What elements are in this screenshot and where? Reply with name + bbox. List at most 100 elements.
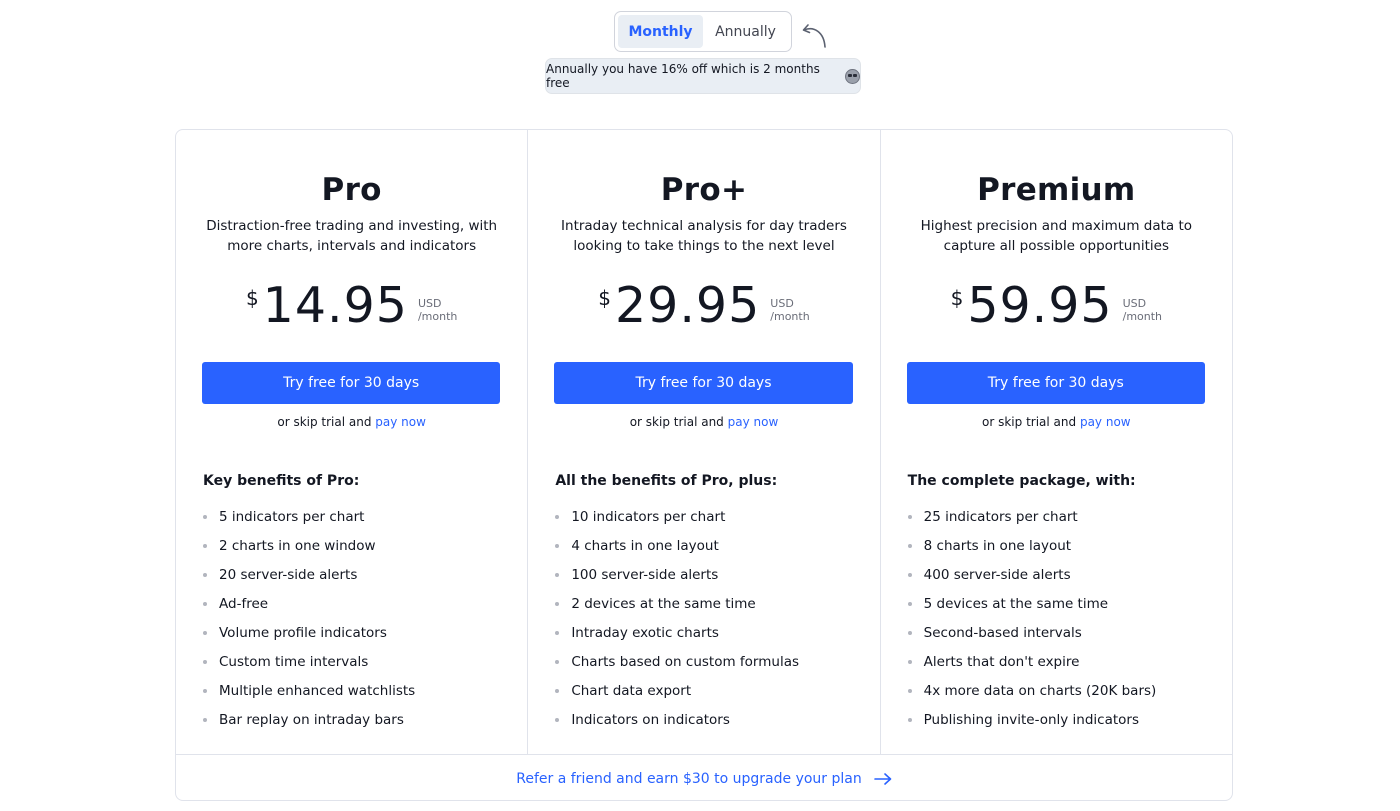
benefit-text: Alerts that don't expire — [923, 653, 1080, 670]
currency-code: USD — [417, 297, 442, 310]
benefit-text: Custom time intervals — [219, 653, 369, 670]
currency-code: USD — [770, 297, 794, 310]
price-row: $ 59.95 USD /month — [881, 278, 1232, 334]
benefit-item: Second-based intervals — [907, 618, 1212, 647]
price-row: $ 14.95 USD /month — [176, 278, 527, 334]
benefit-item: 4 charts in one layout — [555, 531, 859, 560]
price-amount: 29.95 — [615, 277, 761, 334]
bullet-dot — [555, 514, 560, 519]
benefits-title: All the benefits of Pro, plus: — [555, 473, 778, 489]
skip-trial-line: or skip trial and pay now — [528, 415, 879, 429]
skip-trial-text: or skip trial and — [277, 415, 372, 429]
benefit-text: Chart data export — [571, 682, 692, 699]
benefit-item: 100 server-side alerts — [555, 560, 859, 589]
benefits-list: 5 indicators per chart 2 charts in one w… — [203, 502, 507, 734]
bullet-dot — [907, 688, 912, 693]
toggle-monthly[interactable]: Monthly — [618, 15, 703, 48]
bullet-dot — [907, 514, 912, 519]
price-period: /month — [1122, 310, 1163, 323]
discount-note-text: Annually you have 16% off which is 2 mon… — [546, 62, 820, 90]
benefit-text: 20 server-side alerts — [219, 566, 358, 583]
plan-name: Pro — [321, 172, 382, 208]
pay-now-link[interactable]: pay now — [1080, 415, 1131, 429]
benefit-text: Ad-free — [219, 595, 269, 612]
bullet-dot — [907, 659, 912, 664]
arrow-right-icon — [873, 772, 892, 785]
skip-trial-line: or skip trial and pay now — [176, 415, 527, 429]
benefit-item: Intraday exotic charts — [555, 618, 859, 647]
bullet-dot — [907, 717, 912, 722]
plans-container: Pro Distraction-free trading and investi… — [175, 129, 1233, 801]
try-free-button[interactable]: Try free for 30 days — [906, 362, 1205, 404]
plan-card-pro: Pro Distraction-free trading and investi… — [176, 130, 529, 754]
benefits-title: The complete package, with: — [907, 473, 1136, 489]
benefit-text: Bar replay on intraday bars — [219, 711, 404, 728]
price-row: $ 29.95 USD /month — [528, 278, 879, 334]
bullet-dot — [555, 717, 560, 722]
benefit-item: 20 server-side alerts — [203, 560, 507, 589]
benefits-list: 25 indicators per chart 8 charts in one … — [907, 502, 1212, 734]
benefit-item: 2 charts in one window — [203, 531, 507, 560]
skip-trial-line: or skip trial and pay now — [881, 415, 1232, 429]
price-unit: USD /month — [770, 297, 809, 323]
bullet-dot — [907, 630, 912, 635]
price-period: /month — [417, 310, 458, 323]
benefit-text: Second-based intervals — [923, 624, 1082, 641]
skip-trial-text: or skip trial and — [629, 415, 724, 429]
currency-code: USD — [1122, 297, 1147, 310]
bullet-dot — [203, 659, 207, 664]
pay-now-link[interactable]: pay now — [728, 415, 779, 429]
benefit-item: Ad-free — [203, 589, 507, 618]
bullet-dot — [555, 601, 560, 606]
try-free-button[interactable]: Try free for 30 days — [554, 362, 853, 404]
price-amount: 14.95 — [262, 277, 408, 334]
bullet-dot — [907, 572, 912, 577]
plan-card-pro-plus: Pro+ Intraday technical analysis for day… — [528, 130, 881, 754]
referral-text: Refer a friend and earn $30 to upgrade y… — [516, 770, 862, 787]
currency-symbol: $ — [950, 286, 964, 310]
benefit-item: 400 server-side alerts — [907, 560, 1212, 589]
benefit-text: 5 indicators per chart — [219, 508, 365, 525]
benefit-item: Custom time intervals — [203, 647, 507, 676]
benefit-item: Volume profile indicators — [203, 618, 507, 647]
bullet-dot — [203, 543, 207, 548]
bullet-dot — [555, 630, 560, 635]
plan-name: Pro+ — [660, 172, 748, 208]
try-free-button[interactable]: Try free for 30 days — [202, 362, 501, 404]
benefit-item: 10 indicators per chart — [555, 502, 859, 531]
pay-now-link[interactable]: pay now — [375, 415, 426, 429]
price-unit: USD /month — [418, 297, 457, 323]
benefit-item: 8 charts in one layout — [907, 531, 1212, 560]
plan-description: Distraction-free trading and investing, … — [206, 218, 498, 254]
benefit-text: 5 devices at the same time — [923, 595, 1109, 612]
benefit-item: Indicators on indicators — [555, 705, 859, 734]
benefit-text: 2 devices at the same time — [571, 595, 756, 612]
benefit-text: 4x more data on charts (20K bars) — [923, 682, 1157, 699]
plan-name: Premium — [977, 172, 1136, 208]
benefit-item: Chart data export — [555, 676, 859, 705]
benefit-text: Indicators on indicators — [571, 711, 730, 728]
currency-symbol: $ — [598, 286, 611, 310]
bullet-dot — [203, 572, 207, 577]
bullet-dot — [555, 688, 560, 693]
benefits-title: Key benefits of Pro: — [203, 473, 360, 489]
bullet-dot — [203, 514, 207, 519]
benefit-item: Publishing invite-only indicators — [907, 705, 1212, 734]
benefit-text: Multiple enhanced watchlists — [219, 682, 416, 699]
benefit-text: 10 indicators per chart — [571, 508, 726, 525]
price-period: /month — [770, 310, 810, 323]
benefit-text: 100 server-side alerts — [571, 566, 719, 583]
benefit-text: Intraday exotic charts — [571, 624, 719, 641]
benefit-text: 4 charts in one layout — [571, 537, 719, 554]
toggle-annually[interactable]: Annually — [703, 15, 788, 48]
currency-symbol: $ — [245, 286, 259, 310]
benefit-text: 25 indicators per chart — [923, 508, 1078, 525]
bullet-dot — [203, 630, 207, 635]
billing-toggle: Monthly Annually — [614, 11, 792, 52]
plan-card-premium: Premium Highest precision and maximum da… — [881, 130, 1232, 754]
referral-link[interactable]: Refer a friend and earn $30 to upgrade y… — [176, 754, 1232, 800]
price-unit: USD /month — [1123, 297, 1162, 323]
discount-note: Annually you have 16% off which is 2 mon… — [545, 58, 861, 94]
benefit-item: Bar replay on intraday bars — [203, 705, 507, 734]
benefit-text: Volume profile indicators — [219, 624, 387, 641]
